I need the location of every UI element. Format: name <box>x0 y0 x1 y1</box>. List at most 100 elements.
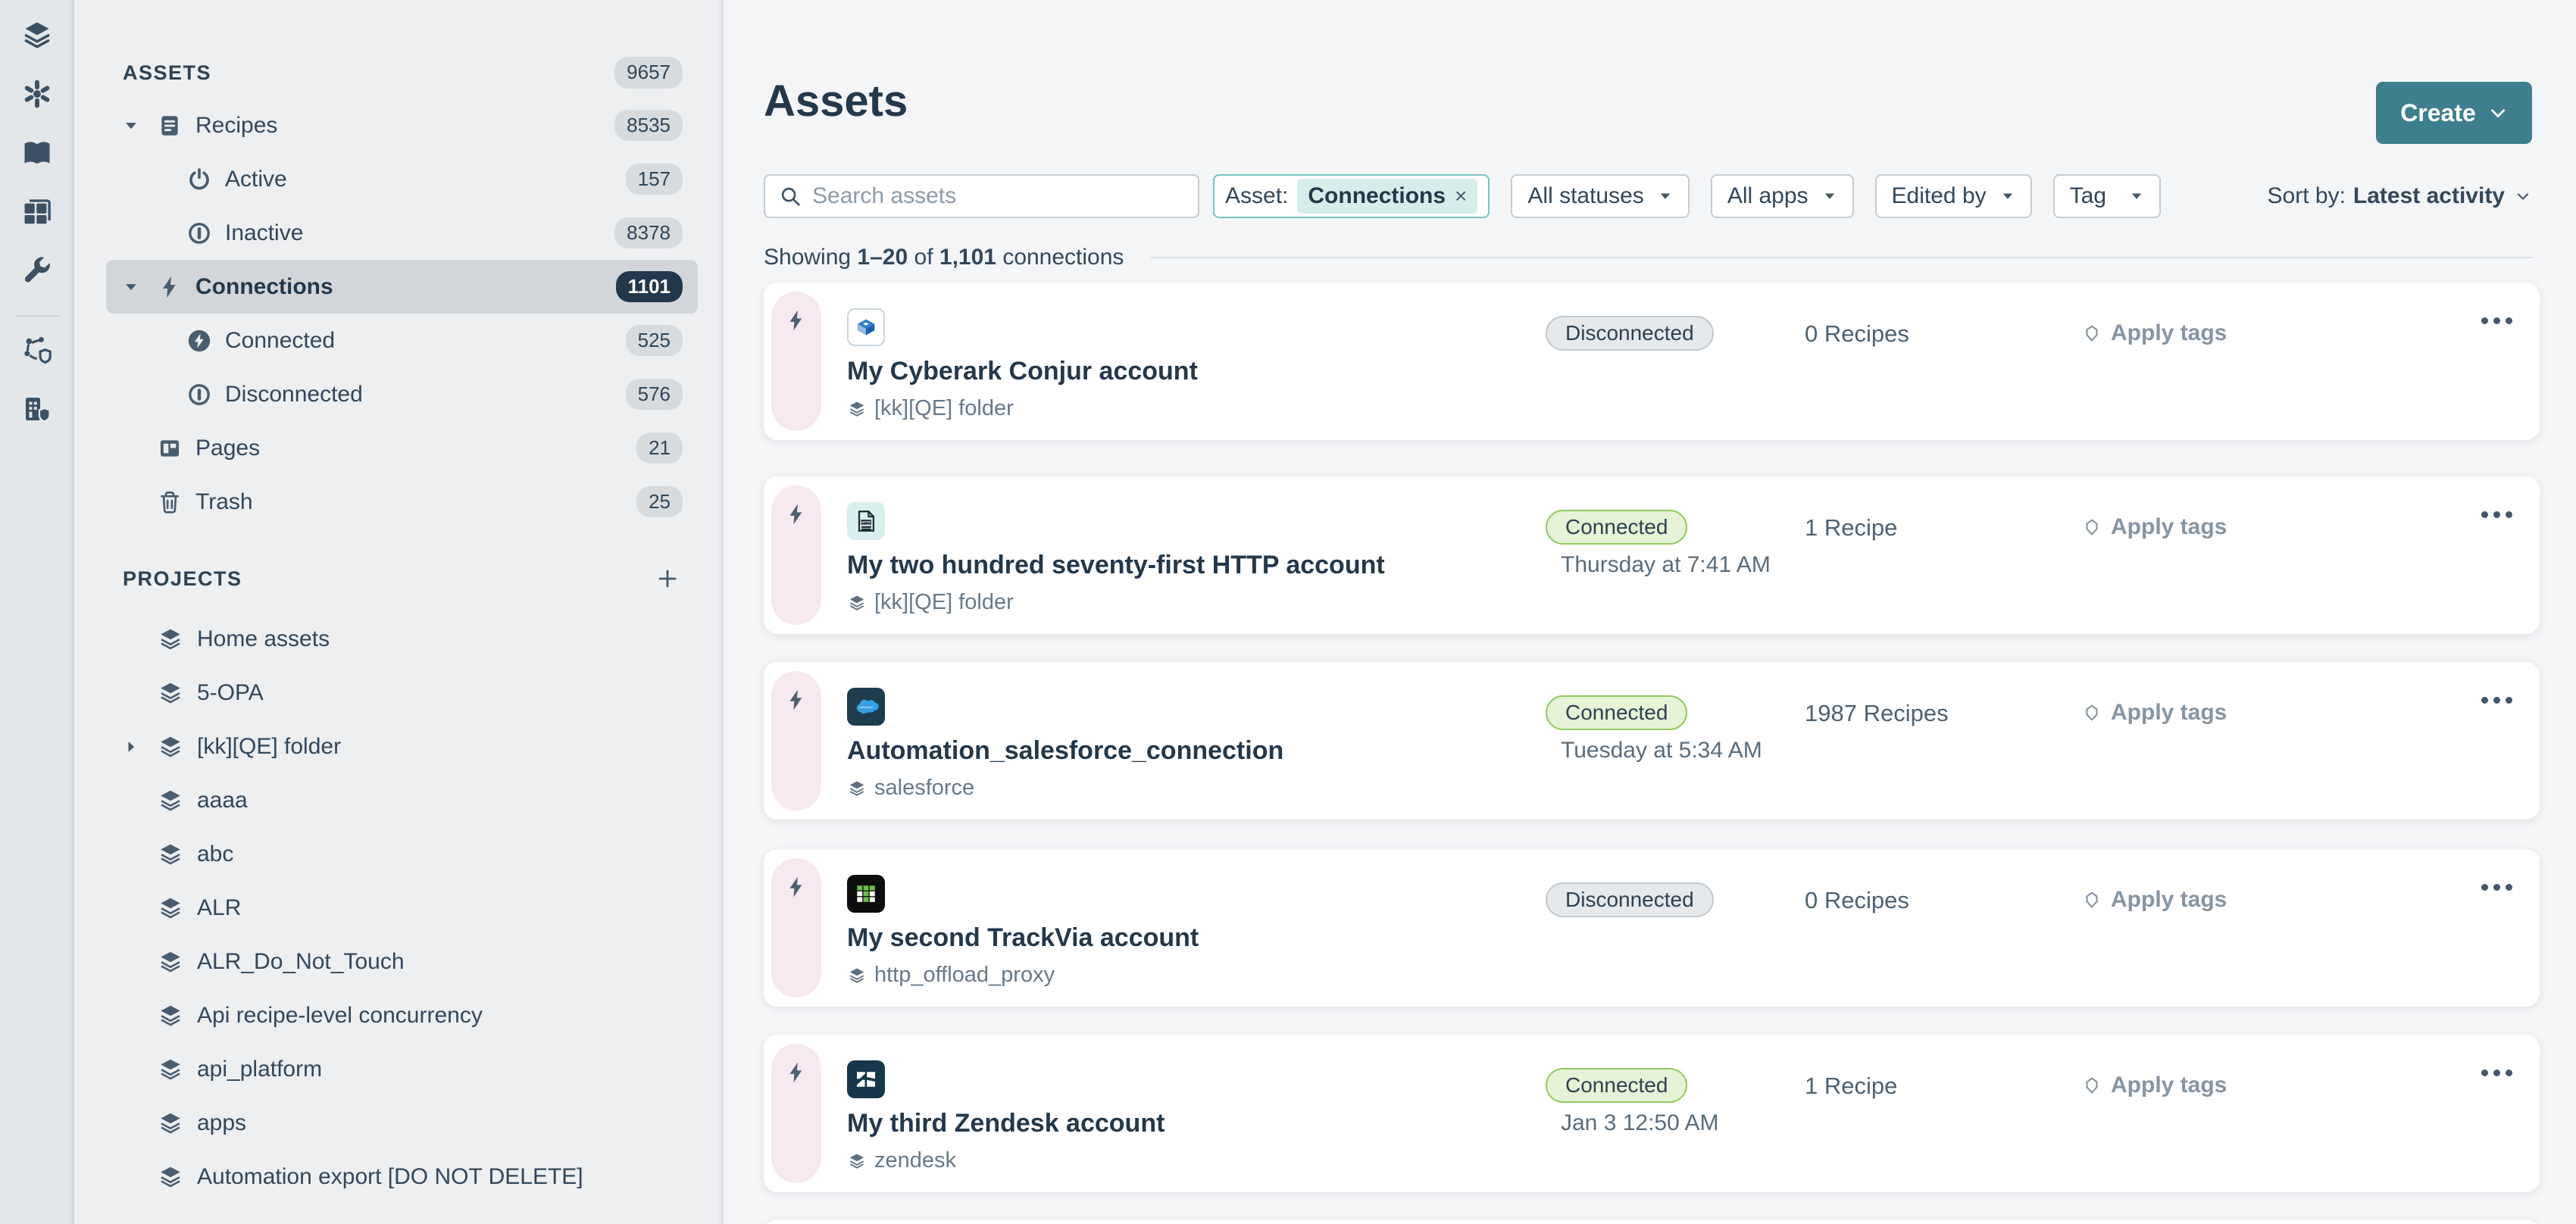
automation-hub-icon[interactable] <box>19 76 55 112</box>
app-icon-salesforce: salesforce <box>847 688 885 726</box>
dashboard-grid-icon[interactable] <box>19 194 55 230</box>
connection-type-strip <box>771 486 821 625</box>
project-item[interactable]: abc <box>106 827 698 881</box>
sidebar-item-recipes[interactable]: Recipes 8535 <box>106 98 698 152</box>
sidebar-item-disconnected[interactable]: Disconnected 576 <box>106 367 698 421</box>
sidebar-item-connected[interactable]: Connected 525 <box>106 314 698 367</box>
statuses-dropdown[interactable]: All statuses <box>1511 174 1690 218</box>
caret-down-icon <box>2129 189 2144 204</box>
count-badge: 525 <box>625 324 683 357</box>
recipes-count[interactable]: 1987 Recipes <box>1805 700 1949 727</box>
sidebar-item-label: Recipes <box>195 112 278 138</box>
bolt-icon <box>789 689 802 710</box>
more-actions-button[interactable] <box>2474 876 2520 898</box>
caret-down-icon <box>1822 189 1837 204</box>
connection-title[interactable]: My second TrackVia account <box>847 923 1199 953</box>
apply-tags-button[interactable]: Apply tags <box>2082 700 2227 726</box>
tag-icon <box>2086 704 2098 721</box>
connection-title[interactable]: Automation_salesforce_connection <box>847 736 1283 766</box>
count-badge: 25 <box>636 486 683 518</box>
bolt-circle-icon <box>186 327 213 354</box>
connection-card[interactable]: HTTP My two hundred seventy-first HTTP a… <box>764 476 2540 634</box>
project-item[interactable]: ALR <box>106 881 698 935</box>
app-icon-http: HTTP <box>847 502 885 540</box>
apply-tags-button[interactable]: Apply tags <box>2082 514 2227 540</box>
project-stack-icon <box>849 780 864 796</box>
project-item[interactable]: Automation export [DO NOT DELETE] <box>106 1150 698 1204</box>
connection-card[interactable]: My second TrackVia account http_offload_… <box>764 849 2540 1007</box>
edited-by-dropdown[interactable]: Edited by <box>1874 174 2032 218</box>
more-actions-button[interactable] <box>2474 689 2520 711</box>
assets-layers-icon[interactable] <box>19 17 55 53</box>
apply-tags-button[interactable]: Apply tags <box>2082 887 2227 913</box>
recipes-count[interactable]: 1 Recipe <box>1805 514 1897 542</box>
rail-divider <box>15 315 59 317</box>
tools-wrench-icon[interactable] <box>19 253 55 289</box>
connection-folder: [kk][QE] folder <box>847 590 1014 615</box>
recipe-doc-icon <box>156 112 183 139</box>
recipes-count[interactable]: 1 Recipe <box>1805 1073 1897 1100</box>
project-stack-icon <box>156 1055 185 1084</box>
search-box[interactable] <box>764 174 1199 218</box>
add-project-button[interactable] <box>652 564 683 594</box>
tag-icon <box>2086 519 2098 536</box>
status-badge: Connected <box>1546 1068 1688 1103</box>
recipes-count[interactable]: 0 Recipes <box>1805 887 1909 914</box>
connection-title[interactable]: My two hundred seventy-first HTTP accoun… <box>847 551 1385 580</box>
apply-tags-button[interactable]: Apply tags <box>2082 320 2227 346</box>
project-item-expandable[interactable]: [kk][QE] folder <box>106 720 698 773</box>
power-off-icon <box>186 381 213 408</box>
project-item[interactable]: 5-OPA <box>106 666 698 720</box>
tag-icon <box>2086 325 2098 342</box>
projects-section-header: PROJECTS <box>106 559 698 598</box>
connection-type-strip <box>771 292 821 431</box>
connection-card[interactable]: salesforce Automation_salesforce_connect… <box>764 662 2540 820</box>
more-actions-button[interactable] <box>2474 504 2520 526</box>
project-item[interactable]: apps <box>106 1096 698 1150</box>
connection-card[interactable]: My third Zendesk account zendesk Connect… <box>764 1035 2540 1192</box>
asset-filter-chip[interactable]: Asset: Connections × <box>1213 174 1490 218</box>
project-item[interactable]: aaaa <box>106 773 698 827</box>
remove-filter-icon[interactable]: × <box>1455 184 1467 208</box>
caret-down-icon[interactable] <box>123 279 156 295</box>
tag-dropdown[interactable]: Tag <box>2052 174 2161 218</box>
project-item[interactable]: api_platform <box>106 1042 698 1096</box>
sidebar-item-inactive[interactable]: Inactive 8378 <box>106 206 698 260</box>
connection-title[interactable]: My Cyberark Conjur account <box>847 357 1198 386</box>
connection-card-partial[interactable] <box>764 1219 2540 1224</box>
count-badge: 1101 <box>615 270 683 303</box>
apps-dropdown[interactable]: All apps <box>1710 174 1854 218</box>
power-off-icon <box>186 220 213 247</box>
project-stack-icon <box>849 967 864 983</box>
sidebar-item-trash[interactable]: Trash 25 <box>106 475 698 529</box>
project-item[interactable]: Home assets <box>106 612 698 666</box>
caret-right-icon[interactable] <box>123 738 156 755</box>
connection-type-strip <box>771 858 821 998</box>
search-input[interactable] <box>812 183 1184 209</box>
caret-down-icon[interactable] <box>123 117 156 134</box>
recipes-count[interactable]: 0 Recipes <box>1805 320 1909 348</box>
more-actions-button[interactable] <box>2474 1062 2520 1084</box>
assets-main: Assets Create Asset: Connections × All s… <box>724 0 2576 1224</box>
network-governance-icon[interactable] <box>19 332 55 368</box>
apply-tags-button[interactable]: Apply tags <box>2082 1073 2227 1098</box>
project-item[interactable]: Api recipe-level concurrency <box>106 988 698 1042</box>
project-item[interactable]: ALR_Do_Not_Touch <box>106 935 698 988</box>
project-stack-icon <box>156 1109 185 1138</box>
project-stack-icon <box>156 1163 185 1191</box>
connection-card[interactable]: My Cyberark Conjur account [kk][QE] fold… <box>764 283 2540 440</box>
sort-by-control[interactable]: Sort by: Latest activity <box>2268 183 2532 209</box>
project-stack-icon <box>156 1001 185 1030</box>
sidebar-item-pages[interactable]: Pages 21 <box>106 421 698 475</box>
more-actions-button[interactable] <box>2474 310 2520 332</box>
connection-title[interactable]: My third Zendesk account <box>847 1109 1165 1138</box>
org-security-icon[interactable] <box>19 391 55 427</box>
svg-text:salesforce: salesforce <box>859 705 874 709</box>
sidebar-item-active[interactable]: Active 157 <box>106 152 698 206</box>
bolt-icon <box>156 273 183 301</box>
assets-section-header: ASSETS 9657 <box>106 53 698 92</box>
sidebar-item-connections[interactable]: Connections 1101 <box>106 260 698 314</box>
sidebar-item-label: Connections <box>195 273 333 299</box>
create-button[interactable]: Create <box>2376 82 2532 144</box>
library-book-icon[interactable] <box>19 135 55 171</box>
